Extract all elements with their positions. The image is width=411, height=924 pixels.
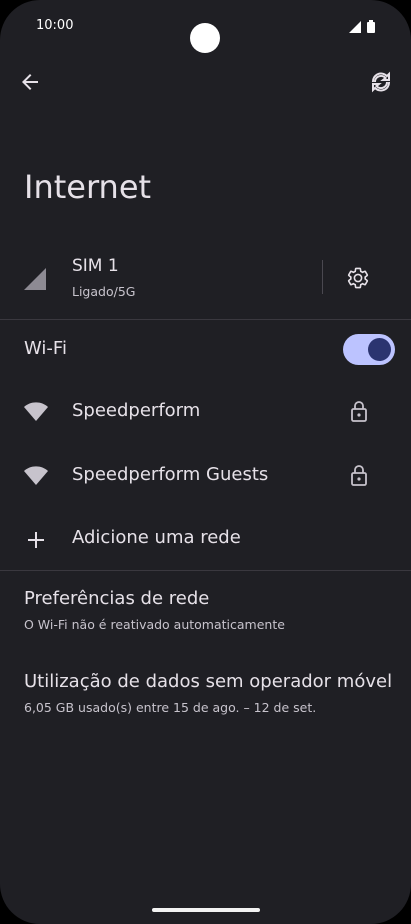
divider [0,319,411,320]
status-icons [349,20,375,33]
arrow-left-icon[interactable] [18,70,42,94]
sim-status: Ligado/5G [72,284,136,299]
lock-icon [351,401,367,422]
data-usage-title: Utilização de dados sem operador móvel [24,671,393,692]
network-item[interactable]: Speedperform [0,392,411,432]
gear-icon[interactable] [346,266,370,290]
top-app-bar [0,66,411,98]
preferences-title: Preferências de rede [24,588,210,609]
lock-icon [351,465,367,486]
cell-signal-icon [24,268,46,290]
home-indicator[interactable] [152,908,260,912]
sim-divider [322,260,323,294]
page-title: Internet [24,168,152,206]
wifi-icon [24,402,48,421]
wifi-icon [24,466,48,485]
data-usage-subtitle: 6,05 GB usado(s) entre 15 de ago. – 12 d… [24,700,317,715]
camera-cutout [190,23,220,53]
battery-icon [367,20,375,33]
wifi-label: Wi-Fi [24,338,67,359]
network-item[interactable]: Speedperform Guests [0,456,411,496]
add-network-row[interactable]: Adicione uma rede [0,522,411,562]
preferences-subtitle: O Wi-Fi não é reativado automaticamente [24,617,285,632]
add-network-label: Adicione uma rede [72,527,241,548]
refresh-icon[interactable] [369,70,393,94]
sim-row[interactable]: SIM 1 Ligado/5G [0,246,411,308]
toggle-knob [368,338,391,361]
sim-name: SIM 1 [72,256,119,276]
divider [0,570,411,571]
signal-icon [349,20,361,33]
network-name: Speedperform Guests [72,464,269,485]
network-name: Speedperform [72,400,201,421]
wifi-toggle[interactable] [343,334,395,365]
status-time: 10:00 [36,18,74,33]
phone-screen: 10:00 Internet SIM 1 Ligado/5G Wi-Fi Spe… [0,0,411,924]
plus-icon [28,532,44,548]
